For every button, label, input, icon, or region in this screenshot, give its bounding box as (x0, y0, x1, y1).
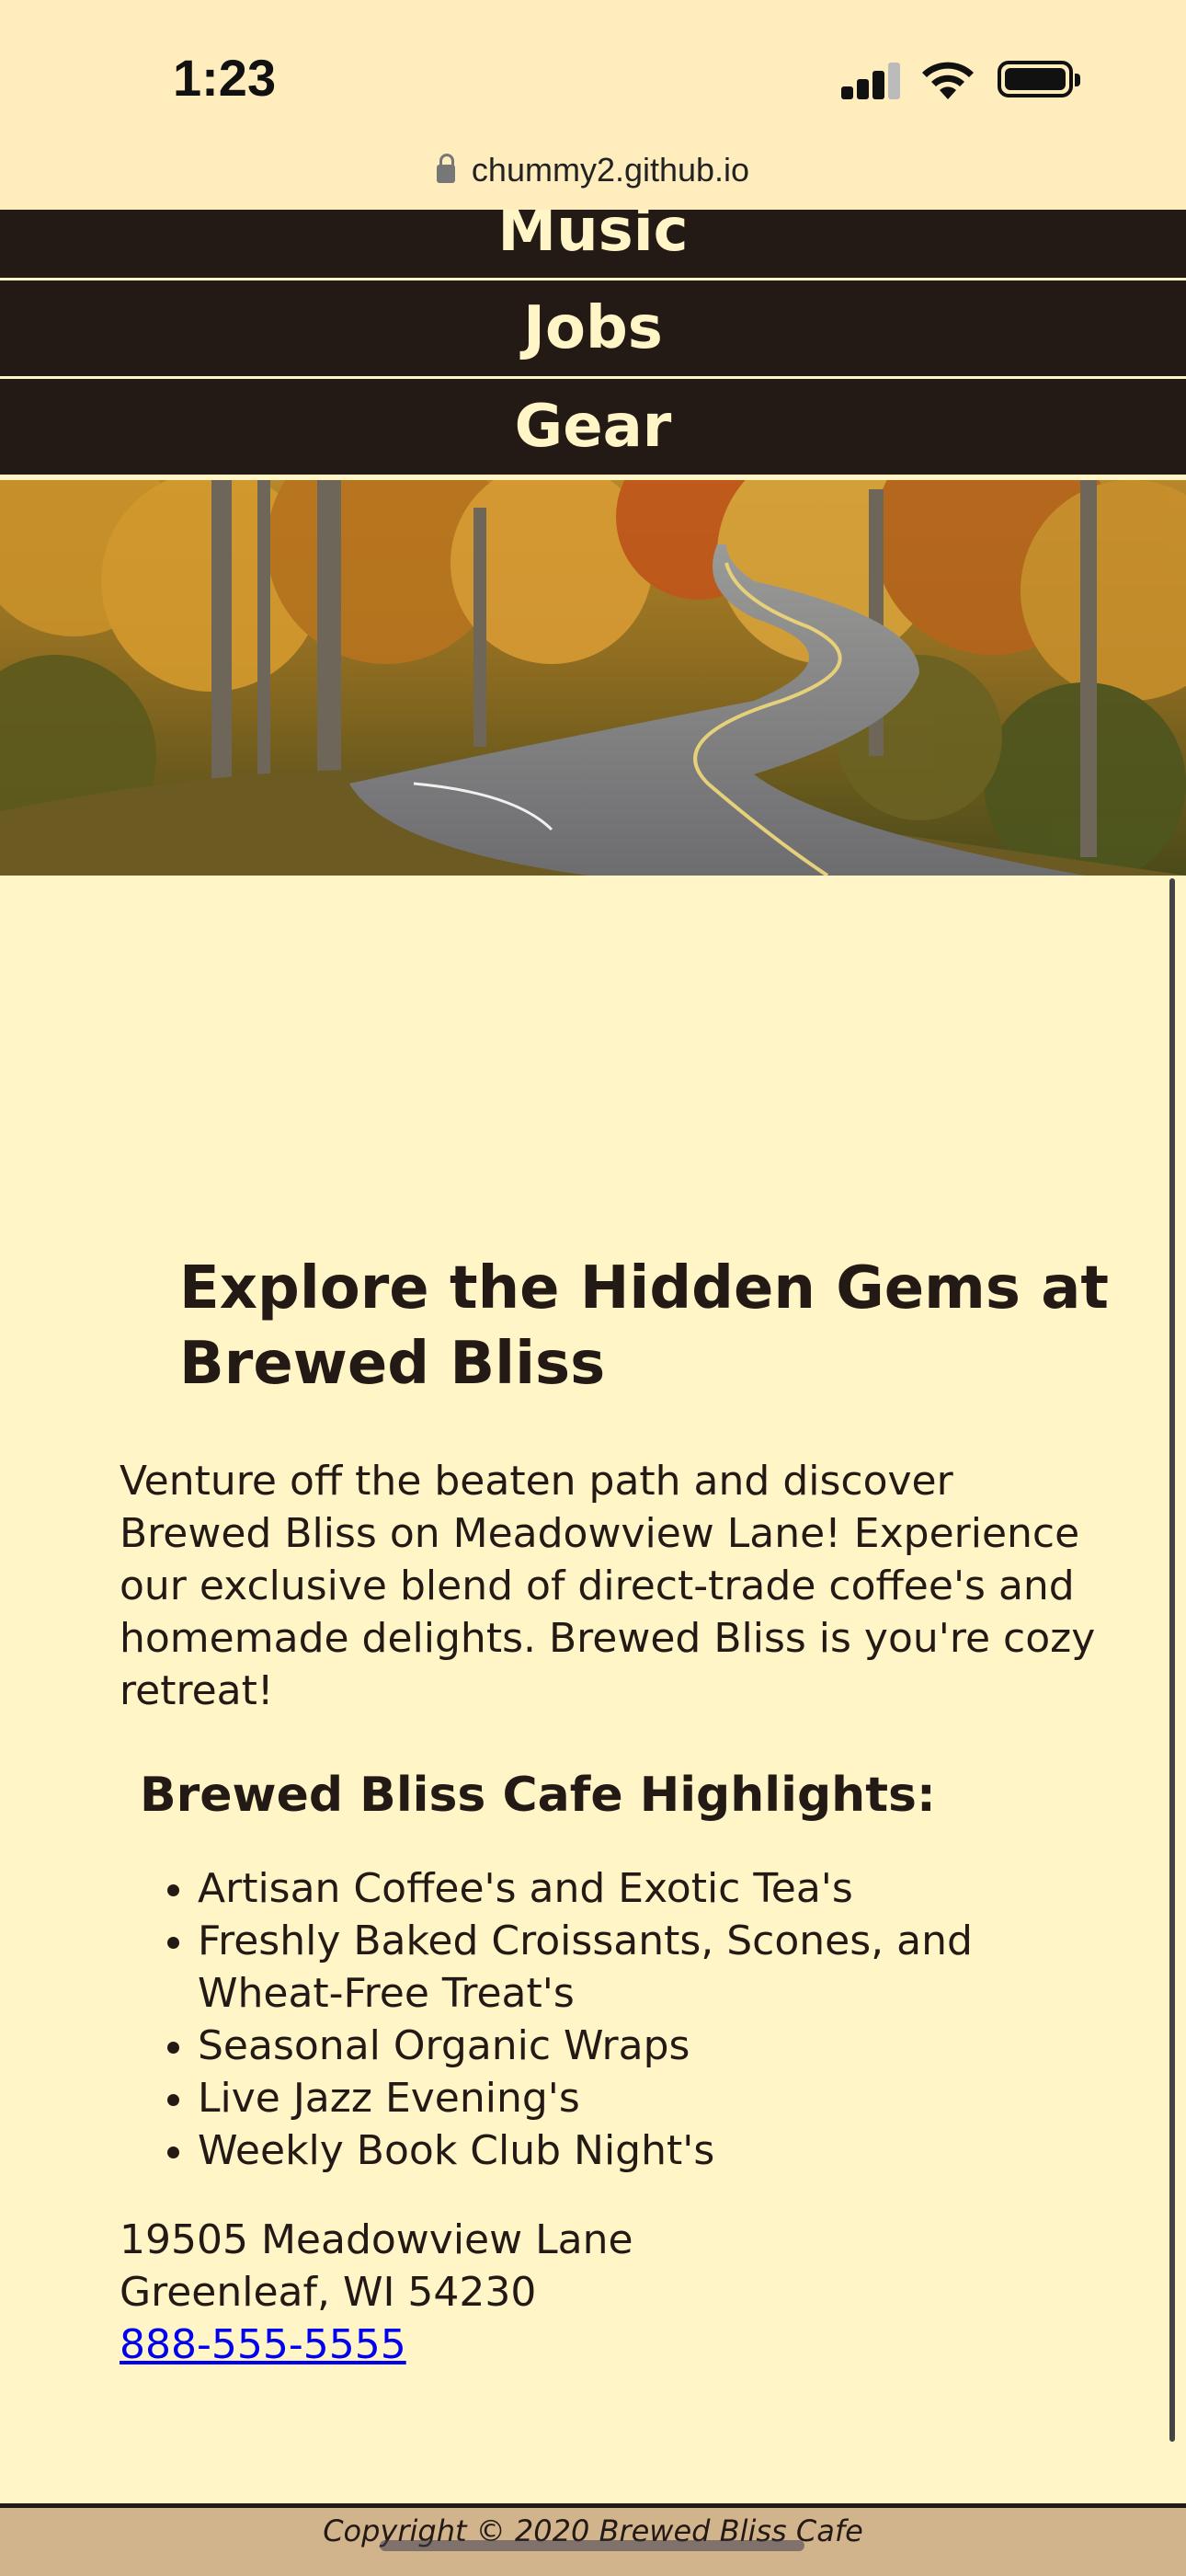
list-item: Live Jazz Evening's (198, 2072, 1112, 2124)
nav-item-label: Music (497, 210, 689, 265)
scrollbar[interactable] (1169, 878, 1175, 2442)
list-item: Seasonal Organic Wraps (198, 2020, 1112, 2072)
status-bar: 1:23 chummy2.github.io (0, 0, 1186, 212)
url-bar[interactable]: chummy2.github.io (0, 147, 1186, 193)
nav-item-jobs[interactable]: Jobs (0, 280, 1186, 379)
nav-item-label: Gear (514, 393, 672, 461)
battery-icon (998, 61, 1080, 97)
status-time: 1:23 (173, 49, 277, 107)
main-nav: Music Jobs Gear (0, 210, 1186, 477)
list-item: Artisan Coffee's and Exotic Tea's (198, 1862, 1112, 1915)
url-text: chummy2.github.io (471, 151, 750, 189)
lock-icon (436, 154, 455, 183)
nav-item-gear[interactable]: Gear (0, 379, 1186, 477)
highlights-list: Artisan Coffee's and Exotic Tea's Freshl… (120, 1862, 1112, 2177)
hero-image (0, 480, 1186, 876)
intro-paragraph: Venture off the beaten path and discover… (120, 1458, 1096, 1714)
signal-icon (841, 61, 902, 99)
highlights-heading: Brewed Bliss Cafe Highlights: (140, 1768, 936, 1823)
wifi-icon (922, 62, 974, 99)
main-content: Explore the Hidden Gems at Brewed Bliss … (120, 1251, 1112, 2371)
home-indicator[interactable] (380, 2540, 804, 2551)
list-item: Weekly Book Club Night's (198, 2124, 1112, 2177)
nav-item-music[interactable]: Music (0, 210, 1186, 280)
address-line: Greenleaf, WI 54230 (120, 2269, 537, 2316)
address-line: 19505 Meadowview Lane (120, 2216, 633, 2263)
list-item: Freshly Baked Croissants, Scones, and Wh… (198, 1915, 1112, 2020)
page-title: Explore the Hidden Gems at Brewed Bliss (179, 1254, 1109, 1398)
nav-item-label: Jobs (523, 294, 663, 362)
address-block: 19505 Meadowview Lane Greenleaf, WI 5423… (120, 2214, 1112, 2371)
phone-link[interactable]: 888-555-5555 (120, 2318, 1112, 2371)
